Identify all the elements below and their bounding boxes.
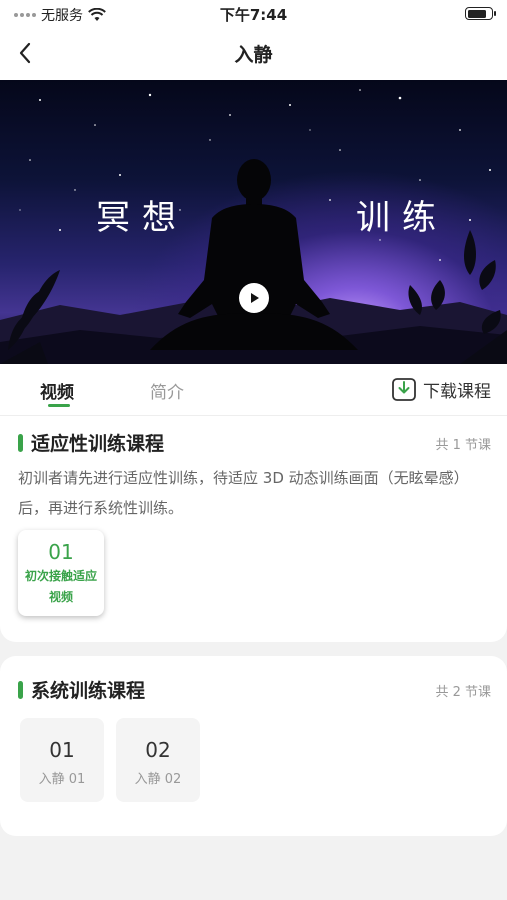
page-title: 入静 — [234, 44, 273, 66]
video-banner[interactable]: 冥想 训练 — [0, 80, 507, 364]
lesson-number: 01 — [48, 540, 74, 564]
lesson-count: 共 2 节课 — [435, 685, 491, 700]
system-course-card: 系统训练课程 共 2 节课 01 入静 01 02 入静 02 — [0, 656, 507, 836]
lesson-card[interactable]: 01 初次接触适应视频 — [18, 530, 104, 616]
lesson-card[interactable]: 02 入静 02 — [116, 718, 200, 802]
adaptive-course-card: 适应性训练课程 共 1 节课 初训者请先进行适应性训练，待适应 3D 动态训练画… — [0, 416, 507, 642]
tab-video[interactable]: 视频 — [40, 378, 74, 403]
tab-active-indicator — [48, 404, 70, 407]
play-icon — [251, 293, 259, 303]
banner-text-right: 训练 — [356, 198, 448, 238]
lesson-count: 共 1 节课 — [435, 438, 491, 453]
lesson-card[interactable]: 01 入静 01 — [20, 718, 104, 802]
lesson-name: 入静 02 — [134, 772, 182, 787]
lesson-name: 入静 01 — [38, 772, 86, 787]
section-description: 初训者请先进行适应性训练，待适应 3D 动态训练画面（无眩晕感）后，再进行系统性… — [18, 469, 469, 517]
download-course-button[interactable]: 下载课程 — [391, 376, 491, 402]
download-icon — [392, 378, 416, 401]
nav-bar: 入静 — [0, 28, 507, 80]
play-button[interactable] — [239, 283, 269, 313]
section-accent-bar — [18, 680, 23, 699]
battery-icon — [465, 7, 496, 20]
section-header: 适应性训练课程 — [18, 429, 164, 456]
lesson-number: 02 — [145, 738, 171, 762]
tab-intro[interactable]: 简介 — [150, 378, 184, 403]
section-header: 系统训练课程 — [18, 676, 145, 703]
lesson-name: 初次接触适应视频 — [24, 569, 97, 604]
banner-text-left: 冥想 — [96, 198, 188, 238]
content-tabs: 视频 简介 下载课程 — [0, 364, 507, 416]
status-bar: 无服务 下午7:44 — [0, 0, 507, 28]
section-title: 系统训练课程 — [31, 680, 146, 702]
section-accent-bar — [18, 433, 23, 452]
download-label: 下载课程 — [423, 381, 491, 402]
lesson-number: 01 — [49, 738, 75, 762]
status-time: 下午7:44 — [219, 6, 288, 24]
section-title: 适应性训练课程 — [31, 433, 165, 455]
